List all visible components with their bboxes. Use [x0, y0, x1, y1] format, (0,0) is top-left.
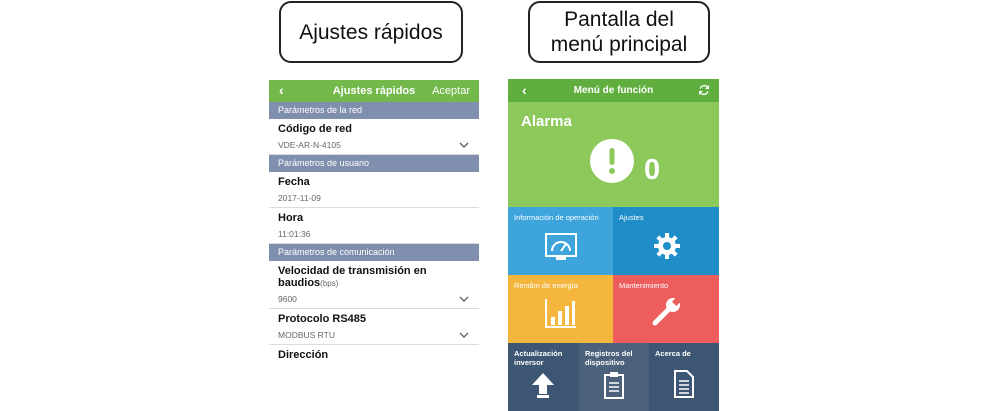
callout-quick-settings-text: Ajustes rápidos	[299, 20, 443, 44]
tile-settings[interactable]: Ajustes	[613, 207, 719, 275]
tile-operation-info[interactable]: Información de operación	[508, 207, 613, 275]
callout-main-menu-text: Pantalla del menú principal	[550, 8, 688, 56]
protocol-label: Protocolo RS485	[278, 313, 367, 325]
tile-inverter-upgrade[interactable]: Actualización inversor	[508, 343, 579, 411]
grid-code-value: VDE-AR-N-4105	[278, 140, 341, 150]
field-address[interactable]: Dirección 1	[269, 345, 479, 368]
section-communication: Parámetros de comunicación	[269, 244, 479, 261]
protocol-value: MODBUS RTU	[278, 330, 335, 340]
field-time[interactable]: Hora 11:01:36	[269, 208, 479, 244]
accept-button[interactable]: Aceptar	[432, 85, 470, 97]
document-icon	[674, 370, 694, 398]
upload-arrow-icon	[532, 373, 554, 398]
tile-operation-info-label: Información de operación	[514, 213, 599, 222]
tile-device-logs-label-2: dispositivo	[585, 358, 625, 367]
tile-about-label: Acerca de	[655, 349, 691, 358]
chevron-down-icon[interactable]	[459, 296, 469, 302]
section-network: Parámetros de la red	[269, 102, 479, 119]
alarm-panel[interactable]: Alarma 0	[508, 102, 719, 207]
address-label: Dirección	[278, 349, 329, 361]
baud-rate-value: 9600	[278, 294, 297, 304]
tile-maintenance-label: Mantenimiento	[619, 281, 669, 290]
date-label: Fecha	[278, 176, 310, 188]
monitor-gauge-icon	[545, 233, 577, 260]
time-label: Hora	[278, 212, 304, 224]
wrench-icon	[652, 295, 683, 326]
tile-inverter-upgrade-label-2: inversor	[514, 358, 544, 367]
tile-about[interactable]: Acerca de	[649, 343, 719, 411]
date-value: 2017-11-09	[278, 193, 321, 203]
tile-settings-label: Ajustes	[619, 213, 644, 222]
grid-code-label: Código de red	[278, 123, 352, 135]
bar-chart-icon	[545, 299, 576, 328]
baud-rate-label-text: Velocidad de transmisión en baudios	[278, 265, 427, 289]
callout-main-menu: Pantalla del menú principal	[528, 1, 710, 63]
tile-energy-yield-label: Rendim de energía	[514, 281, 578, 290]
alarm-count: 0	[644, 154, 661, 186]
clipboard-icon	[604, 372, 624, 399]
tile-inverter-upgrade-label-1: Actualización	[514, 349, 563, 358]
quick-settings-screen: ‹ Ajustes rápidos Aceptar Parámetros de …	[269, 80, 479, 368]
refresh-icon[interactable]	[698, 84, 710, 96]
main-menu-screen: ‹ Menú de función Alarma 0 Información d…	[508, 79, 719, 411]
baud-rate-unit: (bps)	[320, 279, 339, 288]
callout-quick-settings: Ajustes rápidos	[279, 1, 463, 63]
main-menu-title: Menú de función	[573, 85, 654, 96]
field-protocol[interactable]: Protocolo RS485 MODBUS RTU	[269, 309, 479, 345]
tile-energy-yield[interactable]: Rendim de energía	[508, 275, 613, 343]
tile-device-logs[interactable]: Registros del dispositivo	[579, 343, 649, 411]
field-baud-rate[interactable]: Velocidad de transmisión en baudios(bps)…	[269, 261, 479, 309]
gear-icon	[654, 233, 680, 259]
address-value: 1	[269, 361, 479, 368]
quick-settings-header: ‹ Ajustes rápidos Aceptar	[269, 80, 479, 102]
chevron-down-icon[interactable]	[459, 142, 469, 148]
chevron-down-icon[interactable]	[459, 332, 469, 338]
alert-icon	[590, 139, 634, 183]
tile-device-logs-label-1: Registros del	[585, 349, 633, 358]
section-user: Parámetros de usuario	[269, 155, 479, 172]
field-date[interactable]: Fecha 2017-11-09	[269, 172, 479, 208]
main-menu-header: ‹ Menú de función	[508, 79, 719, 102]
alarm-label: Alarma	[521, 113, 572, 130]
field-grid-code[interactable]: Código de red VDE-AR-N-4105	[269, 119, 479, 155]
time-value: 11:01:36	[278, 229, 311, 239]
tile-maintenance[interactable]: Mantenimiento	[613, 275, 719, 343]
baud-rate-label: Velocidad de transmisión en baudios(bps)	[269, 261, 479, 289]
